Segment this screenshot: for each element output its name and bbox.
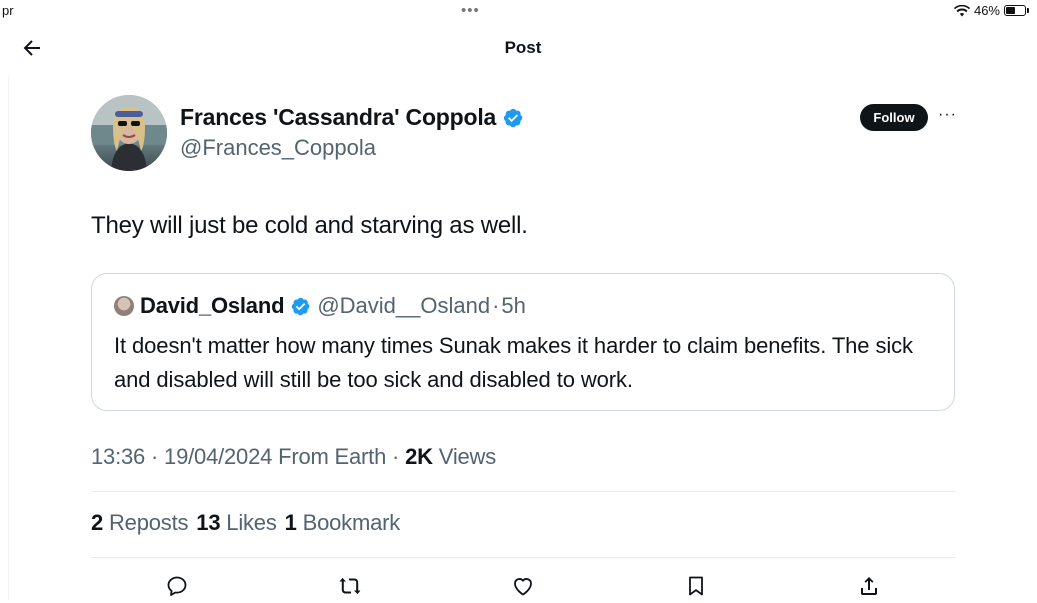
quoted-tweet-text: It doesn't matter how many times Sunak m… <box>114 333 913 392</box>
author-name-row[interactable]: Frances 'Cassandra' Coppola <box>180 104 524 131</box>
tweet-meta: 13:36 · 19/04/2024 From Earth · 2K Views <box>91 444 496 470</box>
tweet-location: From Earth <box>278 444 387 469</box>
multitask-dots-icon[interactable]: ••• <box>461 2 480 19</box>
reposts-count: 2 <box>91 510 104 535</box>
battery-percent: 46% <box>973 3 1000 18</box>
page-title: Post <box>504 38 542 57</box>
quoted-author-name: David_Osland <box>140 293 285 318</box>
tweet-date[interactable]: 19/04/2024 <box>164 444 272 469</box>
likes-count: 13 <box>196 510 221 535</box>
author-handle[interactable]: @Frances_Coppola <box>180 135 376 161</box>
status-bar-left-text: pr <box>2 3 14 18</box>
quoted-author-handle: @David__Osland <box>317 293 491 318</box>
author-avatar[interactable] <box>91 95 167 171</box>
verified-badge-icon[interactable] <box>502 107 524 129</box>
status-bar-right: 46% <box>953 3 1029 18</box>
quoted-tweet-card[interactable]: David_Osland @David__Osland · 5h It doesn'… <box>91 273 955 411</box>
more-options-icon[interactable]: ··· <box>938 106 957 124</box>
likes-label: Likes <box>226 510 277 535</box>
meta-separator: · <box>150 444 159 469</box>
tweet-text: They will just be cold and starving as w… <box>91 212 528 239</box>
quoted-author-avatar <box>114 296 134 316</box>
wifi-icon <box>953 4 970 16</box>
engagement-stats: 2 Reposts 13 Likes 1 Bookmark <box>91 510 400 536</box>
quoted-separator: · <box>492 293 500 318</box>
quoted-timestamp: 5h <box>501 293 526 318</box>
bookmark-icon[interactable] <box>684 574 708 598</box>
bookmarks-stat[interactable]: 1 Bookmark <box>284 510 401 536</box>
views-label[interactable]: Views <box>439 444 496 469</box>
battery-cap <box>1027 8 1029 13</box>
author-name[interactable]: Frances 'Cassandra' Coppola <box>180 104 496 131</box>
reposts-stat[interactable]: 2 Reposts <box>91 510 188 536</box>
likes-stat[interactable]: 13 Likes <box>196 510 277 536</box>
repost-icon[interactable] <box>338 574 362 598</box>
meta-separator: · <box>392 444 400 469</box>
reposts-label: Reposts <box>108 510 189 535</box>
divider <box>91 491 956 492</box>
views-count[interactable]: 2K <box>405 444 433 469</box>
column-divider <box>8 75 9 600</box>
bookmarks-label: Bookmark <box>302 510 401 535</box>
bookmarks-count: 1 <box>284 510 297 535</box>
quoted-verified-badge-icon <box>290 296 311 317</box>
like-heart-icon[interactable] <box>511 574 535 598</box>
quoted-tweet-header: David_Osland @David__Osland · 5h <box>114 293 526 319</box>
battery-icon <box>1004 5 1026 16</box>
share-icon[interactable] <box>857 574 881 598</box>
follow-button[interactable]: Follow <box>860 104 928 131</box>
divider <box>91 557 956 558</box>
tweet-time[interactable]: 13:36 <box>91 444 145 469</box>
reply-icon[interactable] <box>165 574 189 598</box>
action-bar <box>0 574 1037 600</box>
